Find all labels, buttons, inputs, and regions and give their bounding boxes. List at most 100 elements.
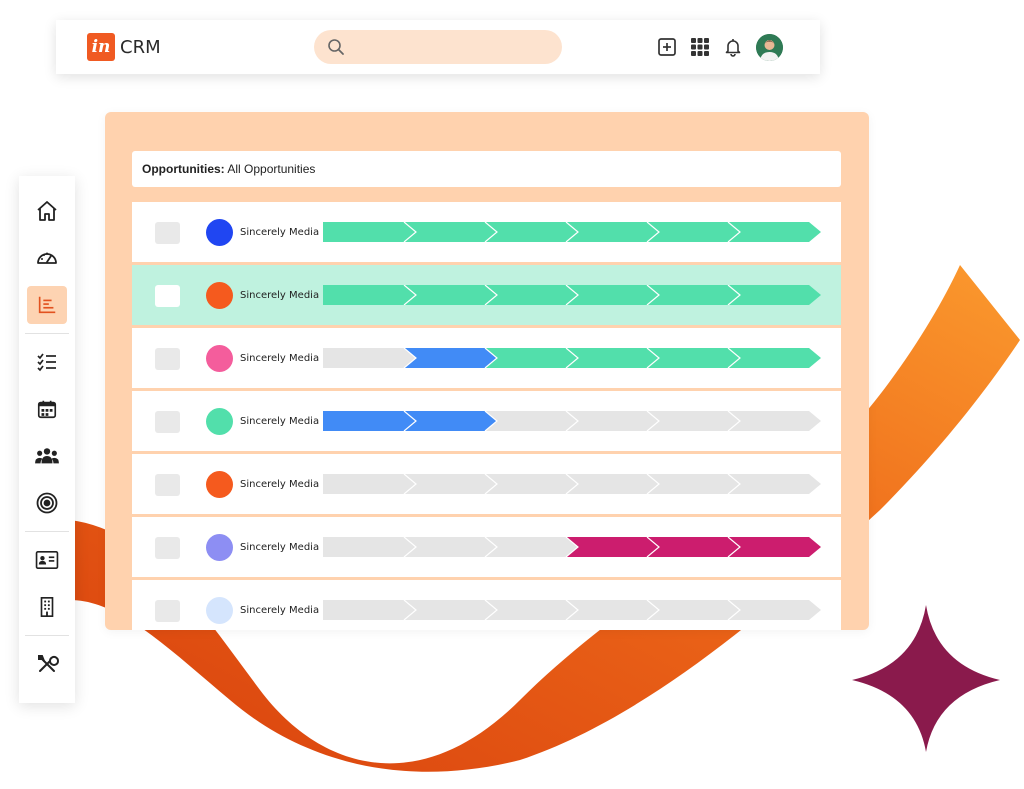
table-row[interactable]: Sincerely Media — [132, 265, 841, 325]
company-avatar — [206, 219, 233, 246]
pipeline-stage[interactable] — [566, 537, 659, 557]
reports-chart-icon — [38, 296, 56, 314]
company-name[interactable]: Sincerely Media — [240, 416, 319, 427]
table-row[interactable]: Sincerely Media — [132, 391, 841, 451]
pipeline-stage[interactable] — [566, 285, 659, 305]
pipeline-stage[interactable] — [485, 600, 578, 620]
table-row[interactable]: Sincerely Media — [132, 328, 841, 388]
pipeline-stage[interactable] — [647, 222, 740, 242]
pipeline-stage[interactable] — [728, 285, 821, 305]
sidebar-divider — [25, 333, 69, 334]
pipeline-stage[interactable] — [647, 600, 740, 620]
sidebar-item-goals[interactable] — [27, 484, 67, 522]
row-checkbox[interactable] — [155, 474, 180, 496]
sidebar-item-dashboard[interactable] — [27, 239, 67, 277]
sidebar — [19, 176, 75, 703]
pipeline-stage[interactable] — [404, 348, 497, 368]
company-name[interactable]: Sincerely Media — [240, 353, 319, 364]
pipeline-stage[interactable] — [404, 411, 497, 431]
pipeline-stage[interactable] — [323, 348, 416, 368]
sidebar-item-home[interactable] — [27, 192, 67, 230]
sidebar-item-tools[interactable] — [27, 645, 67, 683]
pipeline-stage[interactable] — [323, 222, 416, 242]
company-name[interactable]: Sincerely Media — [240, 290, 319, 301]
pipeline-stage[interactable] — [485, 537, 578, 557]
contacts-people-icon — [35, 448, 59, 464]
pipeline-stage[interactable] — [728, 600, 821, 620]
pipeline-stage[interactable] — [647, 348, 740, 368]
contact-card-icon — [35, 551, 59, 569]
pipeline-stage[interactable] — [404, 222, 497, 242]
pipeline-stage[interactable] — [647, 537, 740, 557]
app-logo[interactable]: in CRM — [87, 33, 161, 61]
pipeline-stages — [323, 474, 821, 494]
pipeline-stages — [323, 348, 821, 368]
table-row[interactable]: Sincerely Media — [132, 580, 841, 630]
company-name[interactable]: Sincerely Media — [240, 227, 319, 238]
pipeline-stage[interactable] — [323, 411, 416, 431]
row-checkbox[interactable] — [155, 600, 180, 622]
company-name[interactable]: Sincerely Media — [240, 479, 319, 490]
pipeline-stage[interactable] — [323, 474, 416, 494]
pipeline-stage[interactable] — [728, 222, 821, 242]
pipeline-stage[interactable] — [566, 600, 659, 620]
page-title: Opportunities: All Opportunities — [132, 151, 841, 187]
pipeline-stage[interactable] — [404, 285, 497, 305]
pipeline-stage[interactable] — [485, 411, 578, 431]
pipeline-stage[interactable] — [404, 474, 497, 494]
pipeline-stage[interactable] — [323, 537, 416, 557]
pipeline-stage[interactable] — [728, 348, 821, 368]
company-avatar — [206, 597, 233, 624]
pipeline-stage[interactable] — [566, 348, 659, 368]
pipeline-stage[interactable] — [647, 285, 740, 305]
sidebar-item-calendar[interactable] — [27, 390, 67, 428]
add-box-icon[interactable] — [656, 36, 678, 58]
pipeline-stage[interactable] — [728, 411, 821, 431]
tasks-checklist-icon — [37, 353, 56, 372]
pipeline-stage[interactable] — [485, 222, 578, 242]
company-avatar — [206, 534, 233, 561]
pipeline-stage[interactable] — [485, 348, 578, 368]
row-checkbox[interactable] — [155, 348, 180, 370]
row-checkbox[interactable] — [155, 222, 180, 244]
sidebar-item-contacts[interactable] — [27, 437, 67, 475]
pipeline-stage[interactable] — [404, 537, 497, 557]
pipeline-stage[interactable] — [566, 411, 659, 431]
pipeline-stages — [323, 285, 821, 305]
company-name[interactable]: Sincerely Media — [240, 605, 319, 616]
pipeline-stage[interactable] — [485, 474, 578, 494]
sidebar-item-companies[interactable] — [27, 588, 67, 626]
user-avatar[interactable] — [756, 33, 783, 61]
pipeline-stage[interactable] — [404, 600, 497, 620]
pipeline-stage[interactable] — [323, 285, 416, 305]
sidebar-item-contact-cards[interactable] — [27, 541, 67, 579]
pipeline-stage[interactable] — [323, 600, 416, 620]
tools-icon — [38, 655, 59, 672]
row-checkbox[interactable] — [155, 411, 180, 433]
table-row[interactable]: Sincerely Media — [132, 454, 841, 514]
opportunities-panel: Opportunities: All Opportunities Sincere… — [105, 112, 869, 630]
company-avatar — [206, 408, 233, 435]
top-navigation-bar: in CRM — [56, 20, 820, 74]
pipeline-stage[interactable] — [728, 474, 821, 494]
search-input[interactable] — [314, 30, 562, 64]
pipeline-stage[interactable] — [566, 474, 659, 494]
row-checkbox[interactable] — [155, 285, 180, 307]
bell-icon[interactable] — [722, 36, 744, 58]
company-name[interactable]: Sincerely Media — [240, 542, 319, 553]
table-row[interactable]: Sincerely Media — [132, 202, 841, 262]
pipeline-stage[interactable] — [566, 222, 659, 242]
sidebar-item-tasks[interactable] — [27, 343, 67, 381]
logo-text: CRM — [120, 36, 161, 58]
table-row[interactable]: Sincerely Media — [132, 517, 841, 577]
page-title-view: All Opportunities — [224, 162, 316, 176]
pipeline-stages — [323, 222, 821, 242]
logo-mark: in — [87, 33, 115, 61]
row-checkbox[interactable] — [155, 537, 180, 559]
pipeline-stage[interactable] — [728, 537, 821, 557]
pipeline-stage[interactable] — [647, 411, 740, 431]
sidebar-item-reports[interactable] — [27, 286, 67, 324]
pipeline-stage[interactable] — [485, 285, 578, 305]
apps-grid-icon[interactable] — [689, 36, 711, 58]
pipeline-stage[interactable] — [647, 474, 740, 494]
